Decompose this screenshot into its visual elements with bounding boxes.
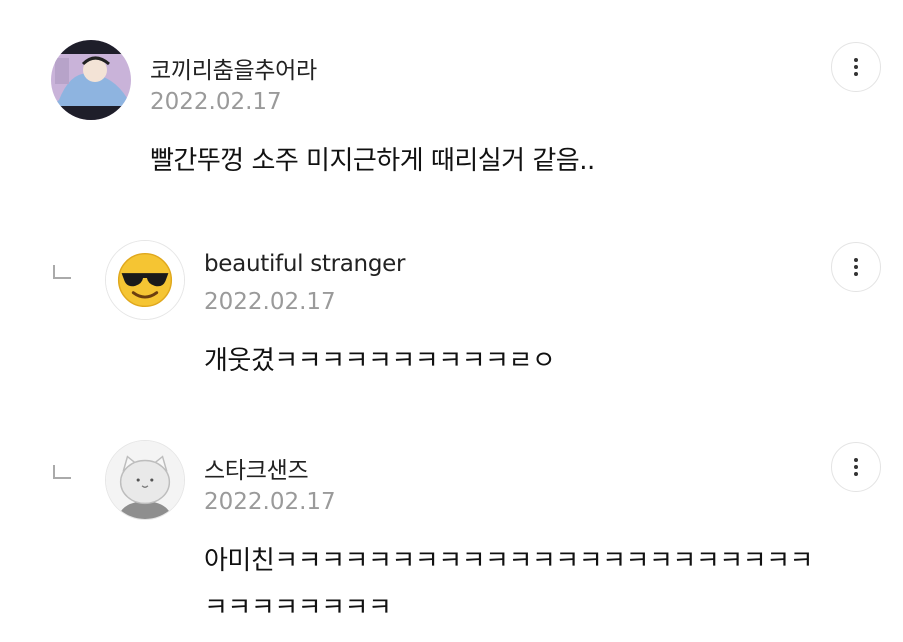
sunglasses-emoji-icon <box>106 241 184 319</box>
avatar-illustration-icon <box>51 40 131 120</box>
comment-date: 2022.02.17 <box>204 289 336 315</box>
comment-author[interactable]: 스타크샌즈 <box>204 451 309 485</box>
avatar[interactable] <box>105 240 185 320</box>
comment-text: 개웃겼ㅋㅋㅋㅋㅋㅋㅋㅋㅋㅋㄹㅇ <box>204 346 556 376</box>
more-vertical-icon <box>854 458 858 476</box>
more-vertical-icon <box>854 258 858 276</box>
comment-item: 코끼리춤을추어라 2022.02.17 빨간뚜껑 소주 미지근하게 때리실거 같… <box>0 0 903 200</box>
reply-arrow-icon <box>53 265 71 279</box>
reply-arrow-icon <box>53 465 71 479</box>
reply-comment-item: 스타크샌즈 2022.02.17 아미친ㅋㅋㅋㅋㅋㅋㅋㅋㅋㅋㅋㅋㅋㅋㅋㅋㅋㅋㅋㅋ… <box>0 400 903 642</box>
comment-author[interactable]: 코끼리춤을추어라 <box>150 51 317 85</box>
comment-date: 2022.02.17 <box>150 89 282 115</box>
avatar[interactable] <box>51 40 131 120</box>
more-options-button[interactable] <box>831 442 881 492</box>
more-options-button[interactable] <box>831 242 881 292</box>
comment-date: 2022.02.17 <box>204 489 336 515</box>
more-vertical-icon <box>854 58 858 76</box>
default-cat-avatar-icon <box>106 441 184 519</box>
more-options-button[interactable] <box>831 42 881 92</box>
comment-author[interactable]: beautiful stranger <box>204 251 405 277</box>
comment-text: 빨간뚜껑 소주 미지근하게 때리실거 같음.. <box>150 146 595 176</box>
avatar[interactable] <box>105 440 185 520</box>
comment-text: 아미친ㅋㅋㅋㅋㅋㅋㅋㅋㅋㅋㅋㅋㅋㅋㅋㅋㅋㅋㅋㅋㅋㅋㅋㅋㅋㅋㅋㅋㅋㅋㅋ <box>204 546 813 623</box>
reply-comment-item: beautiful stranger 2022.02.17 개웃겼ㅋㅋㅋㅋㅋㅋㅋ… <box>0 200 903 400</box>
